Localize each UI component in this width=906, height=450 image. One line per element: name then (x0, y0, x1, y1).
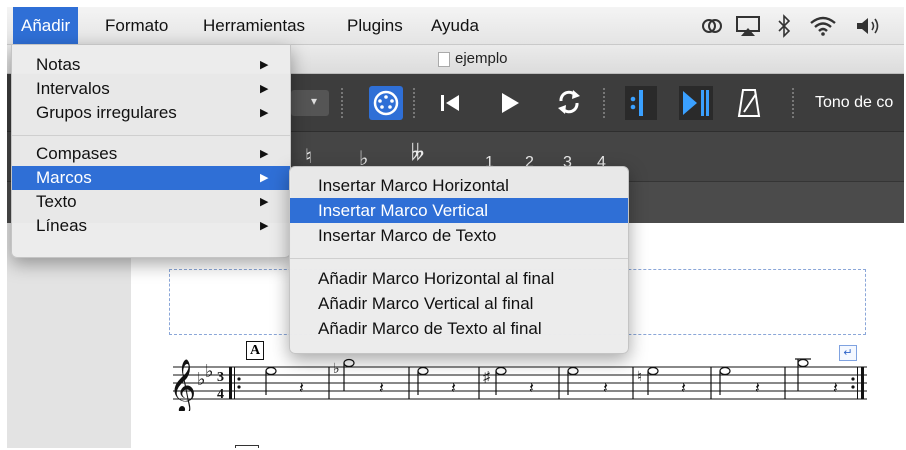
menu-item-label: Marcos (36, 168, 92, 187)
menu-separator (12, 135, 290, 136)
toolbar-separator (603, 88, 607, 118)
submenu-arrow-icon: ▶ (260, 220, 269, 232)
rewind-icon[interactable] (439, 92, 461, 114)
menu-item-label: Texto (36, 192, 77, 211)
menu-item-append-text-frame[interactable]: Añadir Marco de Texto al final (290, 316, 628, 341)
svg-text:𝄽: 𝄽 (299, 380, 304, 397)
menu-item-texto[interactable]: Texto ▶ (12, 190, 290, 214)
menu-item-grupos-irregulares[interactable]: Grupos irregulares ▶ (12, 101, 290, 125)
midi-input-icon[interactable] (369, 86, 403, 120)
submenu-arrow-icon: ▶ (260, 196, 269, 208)
menu-formato[interactable]: Formato (97, 7, 176, 44)
menu-separator (290, 258, 628, 259)
menu-item-label: Añadir Marco de Texto al final (318, 319, 542, 338)
submenu-arrow-icon: ▶ (260, 107, 269, 119)
play-icon[interactable] (499, 91, 521, 115)
svg-text:♮: ♮ (637, 368, 642, 384)
menu-item-append-vertical-frame[interactable]: Añadir Marco Vertical al final (290, 291, 628, 316)
submenu-arrow-icon: ▶ (260, 83, 269, 95)
menu-item-label: Grupos irregulares (36, 103, 177, 122)
menu-item-insert-text-frame[interactable]: Insertar Marco de Texto (290, 223, 628, 248)
submenu-arrow-icon: ▶ (260, 148, 269, 160)
svg-text:𝄽: 𝄽 (379, 380, 384, 397)
window-title: ejemplo (455, 50, 508, 67)
app-window: Añadir Formato Herramientas Plugins Ayud… (7, 7, 904, 448)
menu-item-label: Añadir Marco Vertical al final (318, 294, 534, 313)
time-signature-bottom: 4 (217, 387, 224, 402)
loop-in-icon[interactable] (625, 86, 657, 120)
menu-item-append-horizontal-frame[interactable]: Añadir Marco Horizontal al final (290, 266, 628, 291)
menu-item-insert-vertical-frame[interactable]: Insertar Marco Vertical (290, 198, 628, 223)
toolbar-separator (341, 88, 345, 118)
concert-pitch-button[interactable]: Tono de co (815, 74, 893, 131)
menu-item-label: Añadir Marco Horizontal al final (318, 269, 555, 288)
svg-text:𝄽: 𝄽 (833, 380, 838, 397)
menu-item-label: Intervalos (36, 79, 110, 98)
svg-text:𝄽: 𝄽 (681, 380, 686, 397)
submenu-arrow-icon: ▶ (260, 172, 269, 184)
menu-item-label: Notas (36, 55, 81, 74)
score-staff[interactable]: 𝄞 ♭ ♭ 3 4 𝄽 ♭ 𝄽 𝄽 ♯ 𝄽 𝄽 ♮ 𝄽 𝄽 𝄽 (167, 351, 867, 411)
menu-item-compases[interactable]: Compases ▶ (12, 142, 290, 166)
menu-item-notas[interactable]: Notas ▶ (12, 53, 290, 77)
voice-dropdown[interactable]: ▾ (291, 90, 329, 116)
menu-plugins[interactable]: Plugins (339, 7, 411, 44)
menu-item-label: Insertar Marco Horizontal (318, 176, 509, 195)
svg-text:♭: ♭ (205, 361, 214, 382)
menu-herramientas[interactable]: Herramientas (195, 7, 313, 44)
svg-text:𝄽: 𝄽 (603, 380, 608, 397)
time-signature-top: 3 (217, 370, 224, 385)
menu-item-insert-horizontal-frame[interactable]: Insertar Marco Horizontal (290, 173, 628, 198)
menu-item-marcos[interactable]: Marcos ▶ (12, 166, 290, 190)
svg-text:𝄽: 𝄽 (529, 380, 534, 397)
menu-item-label: Líneas (36, 216, 88, 235)
menu-ayuda[interactable]: Ayuda (423, 7, 487, 44)
svg-text:𝄽: 𝄽 (451, 380, 456, 397)
loop-out-icon[interactable] (679, 86, 713, 120)
menu-item-lineas[interactable]: Líneas ▶ (12, 214, 290, 238)
toolbar-separator (792, 88, 796, 118)
toolbar-separator (413, 88, 417, 118)
menu-item-intervalos[interactable]: Intervalos ▶ (12, 77, 290, 101)
menu-bar: Añadir Formato Herramientas Plugins Ayud… (7, 7, 904, 45)
metronome-icon[interactable] (737, 88, 761, 118)
document-icon (438, 52, 450, 67)
menu-item-label: Insertar Marco de Texto (318, 226, 497, 245)
menu-item-label: Compases (36, 144, 118, 163)
score-element (235, 445, 259, 448)
double-flat-icon[interactable]: 𝄫 (411, 140, 424, 166)
menu-anadir[interactable]: Añadir (13, 7, 79, 44)
loop-icon[interactable] (555, 87, 583, 117)
svg-text:♭: ♭ (333, 360, 340, 376)
treble-clef-icon: 𝄞 (169, 358, 196, 411)
svg-text:♯: ♯ (483, 368, 491, 384)
svg-text:𝄽: 𝄽 (755, 380, 760, 397)
frames-submenu: Insertar Marco Horizontal Insertar Marco… (289, 166, 629, 354)
menu-item-label: Insertar Marco Vertical (318, 201, 489, 220)
add-menu: Notas ▶ Intervalos ▶ Grupos irregulares … (11, 44, 291, 258)
submenu-arrow-icon: ▶ (260, 59, 269, 71)
chevron-down-icon: ▾ (311, 94, 318, 108)
